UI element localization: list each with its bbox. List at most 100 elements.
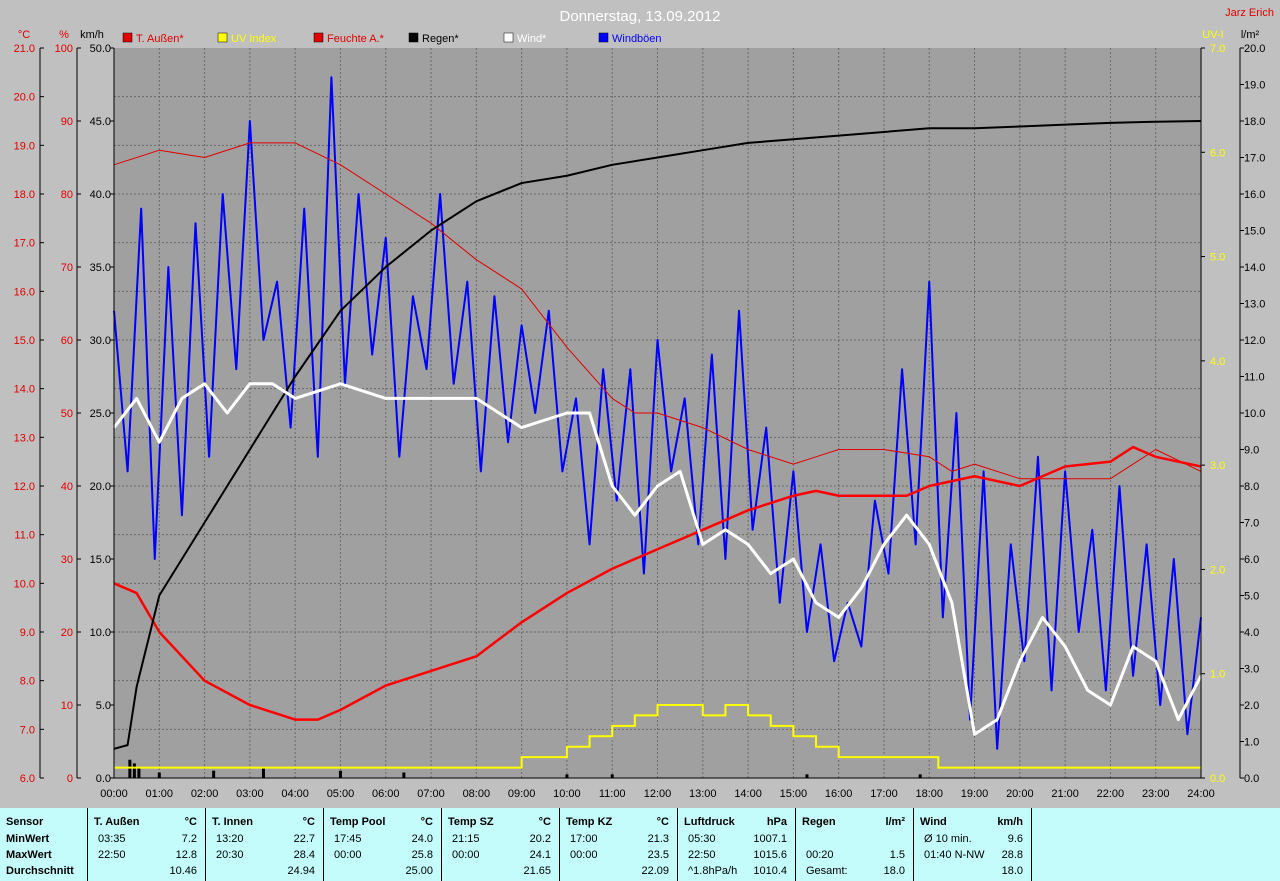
stats-group-unit: °C — [184, 816, 197, 828]
humidity-axis-tick-label: 60 — [61, 335, 73, 347]
stats-value: 22.7 — [293, 833, 315, 845]
rain-axis-tick-label: 18.0 — [1244, 116, 1265, 128]
stats-value: 24.94 — [287, 865, 315, 877]
x-tick-label: 12:00 — [644, 788, 672, 800]
uv-unit-label: UV-I — [1202, 29, 1223, 41]
stats-time: 20:30 — [216, 849, 244, 861]
legend-swatch — [598, 32, 609, 43]
temp-axis-tick-label: 13.0 — [14, 432, 35, 444]
legend-swatch — [313, 32, 324, 43]
stats-group-title: Luftdruck — [684, 816, 735, 828]
temp-axis-tick-label: 20.0 — [14, 92, 35, 104]
x-tick-label: 18:00 — [915, 788, 943, 800]
stats-group-0: T. Außen °C 03:35 7.2 22:50 12.8 10.46 — [88, 808, 206, 881]
rain-axis-tick-label: 19.0 — [1244, 80, 1265, 92]
wind-axis-tick-label: 45.0 — [90, 116, 111, 128]
stats-time: 17:00 — [570, 833, 598, 845]
rain-bar — [918, 774, 922, 778]
rain-unit-label: l/m² — [1241, 29, 1260, 41]
humidity-axis-tick-label: 80 — [61, 189, 73, 201]
stats-value: 1015.6 — [753, 849, 787, 861]
humidity-axis-tick-label: 90 — [61, 116, 73, 128]
stats-value: 9.6 — [1007, 833, 1023, 845]
rain-axis-tick-label: 6.0 — [1244, 554, 1259, 566]
stats-value: 23.5 — [647, 849, 669, 861]
rain-axis-tick-label: 17.0 — [1244, 153, 1265, 165]
legend-label: UV Index — [231, 33, 277, 45]
temp-axis-tick-label: 11.0 — [14, 530, 35, 542]
temp-axis-tick-label: 15.0 — [14, 335, 35, 347]
stats-value: 28.4 — [293, 849, 315, 861]
humidity-axis-tick-label: 100 — [55, 43, 73, 55]
stats-value: 21.3 — [647, 833, 669, 845]
wind-axis-tick-label: 35.0 — [90, 262, 111, 274]
stats-group-title: Wind — [920, 816, 947, 828]
stats-value: 28.8 — [1001, 849, 1023, 861]
x-tick-label: 21:00 — [1051, 788, 1079, 800]
stats-value: 24.1 — [529, 849, 551, 861]
rain-axis-tick-label: 20.0 — [1244, 43, 1265, 55]
rain-axis-tick-label: 3.0 — [1244, 664, 1259, 676]
rain-bar — [137, 767, 141, 778]
wind-axis-tick-label: 40.0 — [90, 189, 111, 201]
rain-bar — [402, 772, 406, 778]
stats-group-3: Temp SZ °C 21:15 20.2 00:00 24.1 21.65 — [442, 808, 560, 881]
stats-value: 1010.4 — [753, 865, 787, 877]
wind-axis-tick-label: 50.0 — [90, 43, 111, 55]
temp-axis-tick-label: 16.0 — [14, 286, 35, 298]
stats-time: 17:45 — [334, 833, 362, 845]
stats-group-4: Temp KZ °C 17:00 21.3 00:00 23.5 22.09 — [560, 808, 678, 881]
stats-time: 00:00 — [570, 849, 598, 861]
uv-axis-tick-label: 5.0 — [1210, 252, 1225, 264]
x-tick-label: 11:00 — [599, 788, 626, 800]
statistics-table: Sensor MinWert MaxWert Durchschnitt T. Außen… — [0, 808, 1280, 881]
wind-axis-tick-label: 30.0 — [90, 335, 111, 347]
stats-time: Gesamt: — [806, 865, 848, 877]
stats-group-unit: km/h — [997, 816, 1023, 828]
stats-time: 00:00 — [334, 849, 362, 861]
stats-group-5: Luftdruck hPa 05:30 1007.1 22:50 1015.6 ^1.8hP… — [678, 808, 796, 881]
x-tick-label: 13:00 — [689, 788, 717, 800]
humidity-axis-tick-label: 10 — [61, 700, 73, 712]
humidity-axis-tick-label: 30 — [61, 554, 73, 566]
stats-value: 10.46 — [169, 865, 197, 877]
stats-group-2: Temp Pool °C 17:45 24.0 00:00 25.8 25.00 — [324, 808, 442, 881]
stats-time: 13:20 — [216, 833, 244, 845]
x-tick-label: 17:00 — [870, 788, 898, 800]
temp-axis-tick-label: 18.0 — [14, 189, 35, 201]
rain-axis-tick-label: 10.0 — [1244, 408, 1265, 420]
stats-time: 05:30 — [688, 833, 716, 845]
owner-label: Jarz Erich — [1225, 7, 1274, 19]
stats-header-sensor: Sensor — [6, 816, 44, 828]
legend-swatch — [503, 32, 514, 43]
stats-group-1: T. Innen °C 13:20 22.7 20:30 28.4 24.94 — [206, 808, 324, 881]
temp-axis-tick-label: 19.0 — [14, 140, 35, 152]
temp-axis-tick-label: 21.0 — [14, 43, 35, 55]
legend: T. Außen* UV Index Feuchte A.* Regen* Wind* W… — [122, 32, 662, 45]
wind-axis-tick-label: 0.0 — [96, 773, 111, 785]
temp-axis-tick-label: 8.0 — [20, 676, 35, 688]
stats-row-label: MinWert — [6, 833, 50, 845]
legend-label: T. Außen* — [136, 33, 184, 45]
x-tick-label: 05:00 — [327, 788, 355, 800]
wind-axis-tick-label: 20.0 — [90, 481, 111, 493]
humidity-axis-tick-label: 20 — [61, 627, 73, 639]
stats-group-6: Regen l/m² 00:20 1.5 Gesamt: 18.0 — [796, 808, 914, 881]
humidity-axis-tick-label: 40 — [61, 481, 73, 493]
rain-axis-tick-label: 9.0 — [1244, 445, 1259, 457]
legend-swatch — [217, 32, 228, 43]
stats-time: 22:50 — [98, 849, 126, 861]
wind-axis-tick-label: 10.0 — [90, 627, 111, 639]
rain-axis-tick-label: 1.0 — [1244, 737, 1259, 749]
rain-bar — [565, 774, 569, 778]
rain-bar — [261, 767, 265, 778]
x-tick-label: 22:00 — [1097, 788, 1125, 800]
stats-group-unit: °C — [420, 816, 433, 828]
stats-value: 24.0 — [411, 833, 433, 845]
stats-group-unit: °C — [302, 816, 315, 828]
uv-axis-tick-label: 0.0 — [1210, 773, 1225, 785]
legend-label: Windböen — [612, 33, 662, 45]
stats-group-7: Wind km/h Ø 10 min. 9.6 01:40 N-NW 28.8 18.0 — [914, 808, 1032, 881]
stats-time: ^1.8hPa/h — [688, 865, 738, 877]
temp-unit-label: °C — [18, 29, 30, 41]
